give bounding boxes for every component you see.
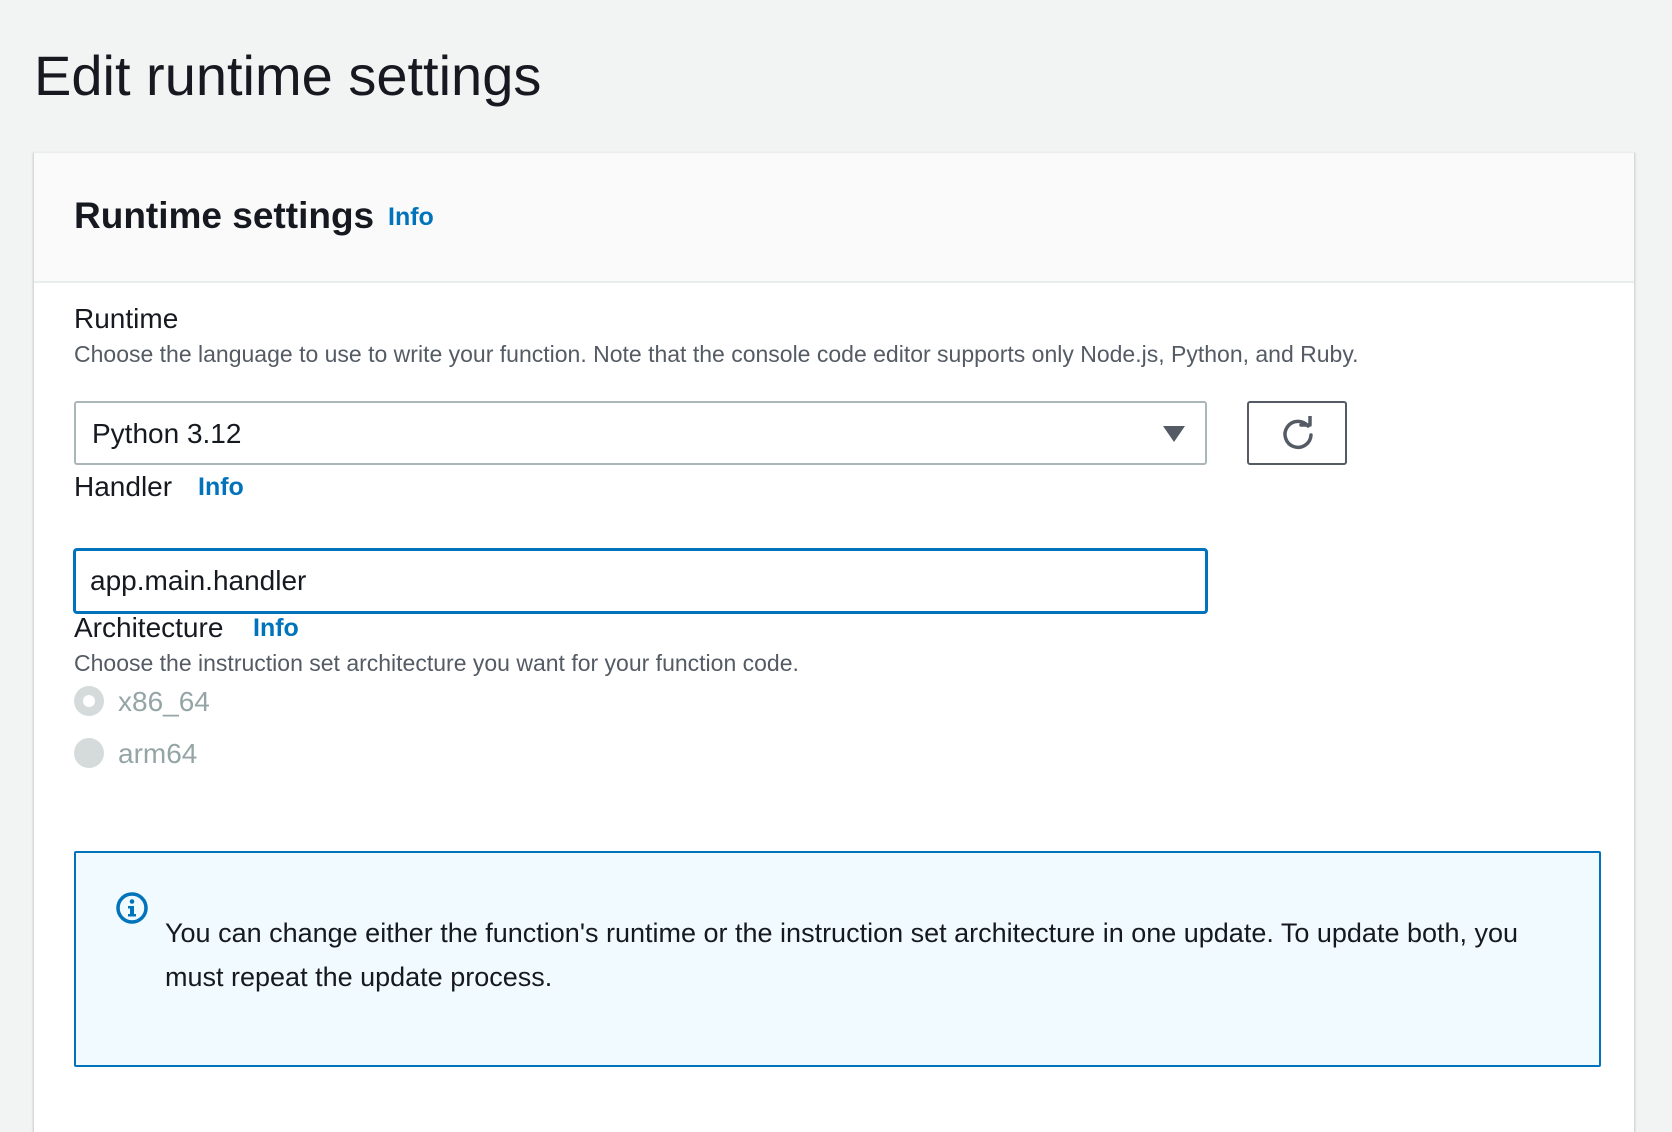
runtime-select-value: Python 3.12 <box>92 418 242 449</box>
refresh-icon <box>1283 416 1313 450</box>
architecture-info-link[interactable]: Info <box>253 614 299 643</box>
page-title: Edit runtime settings <box>34 44 542 107</box>
info-alert: You can change either the function's run… <box>74 851 1601 1067</box>
panel-info-link[interactable]: Info <box>388 203 434 232</box>
handler-label: Handler <box>74 471 173 502</box>
info-circle-icon <box>116 892 148 924</box>
panel-title: Runtime settings <box>74 195 375 236</box>
radio-button-unchecked[interactable] <box>74 738 104 768</box>
runtime-select[interactable]: Python 3.12 <box>74 401 1207 465</box>
architecture-description: Choose the instruction set architecture … <box>74 650 799 676</box>
radio-button-checked[interactable] <box>74 686 104 716</box>
caret-down-icon <box>1163 426 1185 442</box>
panel-header: Runtime settings Info <box>34 153 1634 283</box>
runtime-label: Runtime <box>74 303 179 334</box>
radio-label-arm64: arm64 <box>118 738 198 769</box>
radio-label-x86-64: x86_64 <box>118 686 210 717</box>
refresh-button[interactable] <box>1247 401 1347 465</box>
runtime-settings-panel: Runtime settings Info Runtime Choose the… <box>33 152 1635 1132</box>
handler-input[interactable] <box>73 548 1208 614</box>
runtime-description: Choose the language to use to write your… <box>74 341 1359 367</box>
handler-info-link[interactable]: Info <box>198 473 244 502</box>
alert-message: You can change either the function's run… <box>165 918 1519 992</box>
architecture-label: Architecture <box>74 612 224 643</box>
